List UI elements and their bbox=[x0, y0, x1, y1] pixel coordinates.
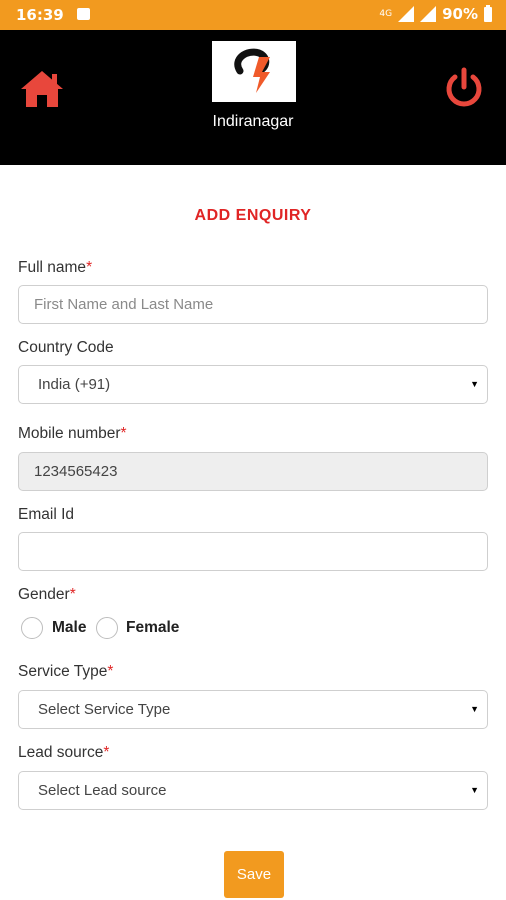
mobile-value: 1234565423 bbox=[34, 463, 118, 480]
country-code-label: Country Code bbox=[18, 339, 114, 356]
country-code-select[interactable]: India (+91) ▼ bbox=[18, 365, 488, 404]
battery-icon bbox=[484, 4, 492, 22]
page-title: ADD ENQUIRY bbox=[194, 207, 312, 224]
dropdown-caret-icon: ▼ bbox=[470, 379, 479, 389]
signal-icon-2 bbox=[420, 6, 437, 22]
branch-name: Indiranagar bbox=[212, 113, 294, 130]
gender-label: Gender* bbox=[18, 586, 76, 603]
country-code-value: India (+91) bbox=[38, 376, 111, 393]
brand-logo bbox=[212, 41, 296, 102]
gender-male-radio[interactable] bbox=[21, 617, 43, 639]
dropdown-caret-icon: ▼ bbox=[470, 785, 479, 795]
image-notification-icon bbox=[77, 8, 90, 20]
mobile-input: 1234565423 bbox=[18, 452, 488, 491]
status-bar: 16:39 4G 90% bbox=[0, 0, 506, 30]
status-time: 16:39 bbox=[16, 6, 64, 24]
save-button[interactable]: Save bbox=[224, 851, 284, 898]
gender-female-label[interactable]: Female bbox=[126, 619, 179, 637]
lead-source-label: Lead source* bbox=[18, 744, 110, 761]
service-type-select[interactable]: Select Service Type ▼ bbox=[18, 690, 488, 729]
status-icons: 4G 90% bbox=[379, 4, 492, 23]
full-name-placeholder: First Name and Last Name bbox=[34, 296, 214, 313]
mobile-label: Mobile number* bbox=[18, 425, 127, 442]
signal-icon bbox=[398, 6, 415, 22]
gender-female-radio[interactable] bbox=[96, 617, 118, 639]
gender-male-label[interactable]: Male bbox=[52, 619, 86, 637]
home-icon[interactable] bbox=[19, 69, 65, 109]
logo-mark-icon bbox=[234, 48, 270, 93]
dropdown-caret-icon: ▼ bbox=[470, 704, 479, 714]
full-name-label: Full name* bbox=[18, 259, 93, 276]
service-type-value: Select Service Type bbox=[38, 701, 171, 718]
email-label: Email Id bbox=[18, 506, 74, 523]
email-input[interactable] bbox=[18, 532, 488, 571]
power-icon[interactable] bbox=[442, 66, 486, 110]
service-type-label: Service Type* bbox=[18, 663, 114, 680]
network-label: 4G bbox=[379, 9, 393, 19]
lead-source-select[interactable]: Select Lead source ▼ bbox=[18, 771, 488, 810]
battery-percent: 90% bbox=[442, 5, 478, 23]
lead-source-value: Select Lead source bbox=[38, 782, 167, 799]
full-name-input[interactable]: First Name and Last Name bbox=[18, 285, 488, 324]
